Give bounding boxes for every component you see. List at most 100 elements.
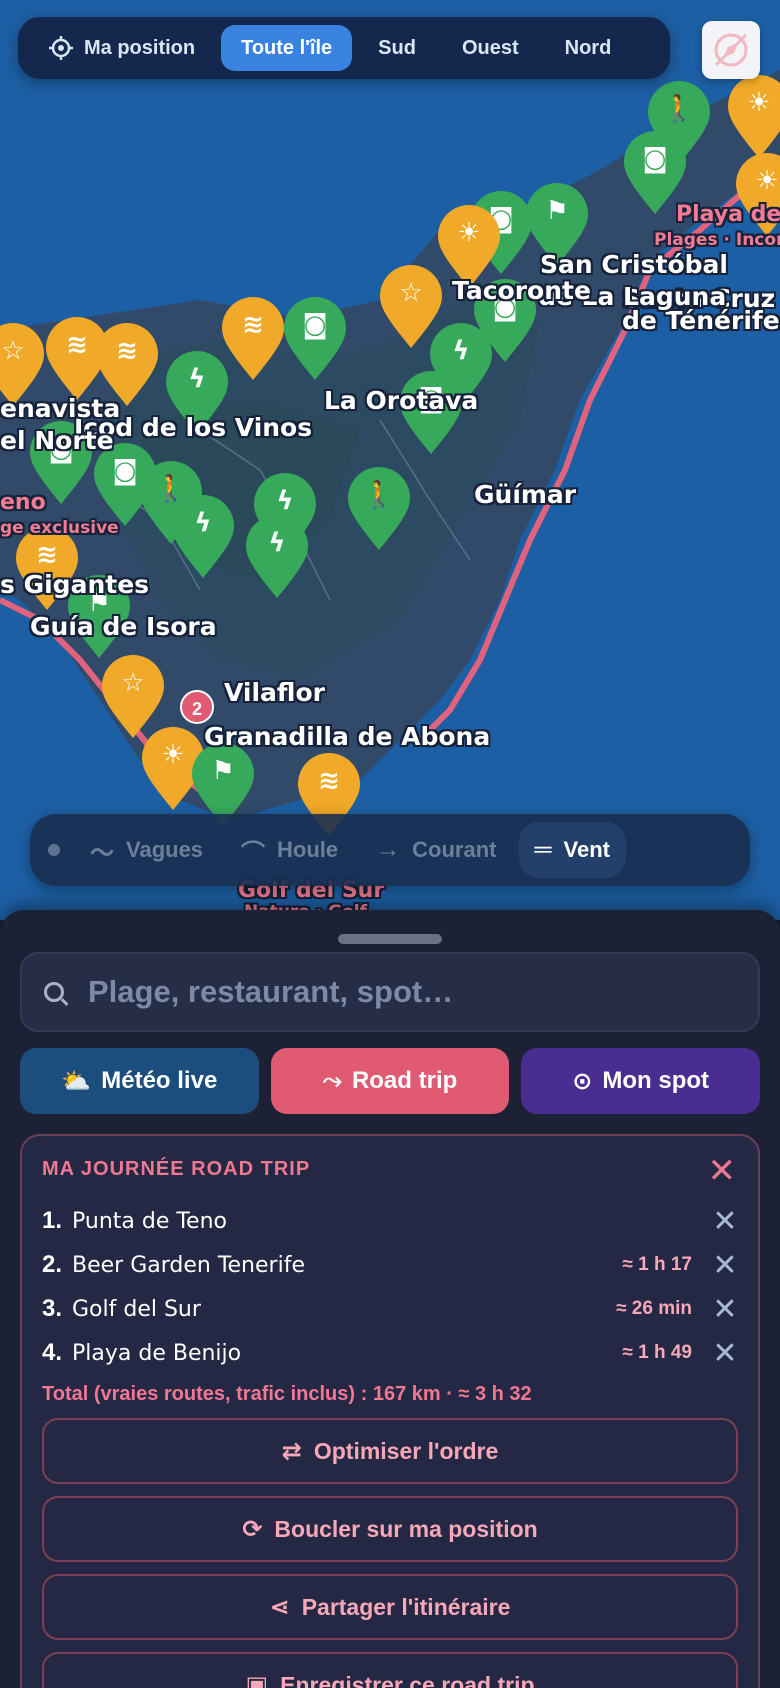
arrow-right-icon: → [376,836,401,863]
sun-icon: ☀ [457,218,481,248]
weather-icon: ⛅ [61,1067,92,1095]
swim-icon: ≋ [36,540,58,570]
search-input[interactable] [88,974,688,1010]
location-pin-icon: ⊙ [572,1067,593,1095]
camera-icon: ◙ [642,144,668,174]
stop-number: 2. [42,1251,63,1278]
stop-number: 3. [42,1295,63,1322]
stop-duration: ≈ 1 h 17 [622,1254,692,1275]
place-label: Guía de Isora [30,612,217,641]
camera-icon: ◙ [302,310,328,340]
road-trip-stops: 1. Punta de Teno ✕ 2. Beer Garden Teneri… [42,1199,738,1375]
stop-name: Golf del Sur [72,1296,201,1322]
save-road-trip-button[interactable]: ▣ Enregistrer ce road trip [42,1652,738,1688]
remove-stop-icon[interactable]: ✕ [712,1204,738,1239]
app-root: 🚶 ☀ ◙ ☀ ⚑ ◙ ☀ ◙ ☆ ϟ ◙ ◙ ≋ ϟ ≋ ≋ ☆ ◙ ◙ 🚶 … [0,0,780,1688]
tab-nord[interactable]: Nord [545,25,632,71]
crosshair-icon [49,36,73,60]
route-icon: ⤳ [322,1067,342,1094]
remove-stop-icon[interactable]: ✕ [712,1336,738,1371]
my-position-label: Ma position [84,36,196,59]
stop-name: Playa de Benijo [72,1340,242,1366]
optimize-label: Optimiser l'ordre [313,1437,499,1464]
place-label: Tacoronte [452,276,591,305]
place-label: enavista [0,394,121,423]
stop-name: Beer Garden Tenerife [72,1252,305,1278]
swim-icon: ≋ [318,766,340,796]
map-pin-energy[interactable]: ϟ [170,494,236,580]
meteo-live-button[interactable]: ⛅ Météo live [20,1048,259,1114]
place-sublabel: Plages · Incont [654,230,780,250]
lightning-icon: ϟ [452,336,470,366]
hiking-icon: 🚶 [362,480,396,510]
star-icon: ☆ [121,668,145,698]
layer-label: Vagues [126,837,204,862]
place-label: el Norte [0,426,114,455]
map-cluster[interactable]: 2 [180,690,214,724]
region-filter-bar: Ma position Toute l'île Sud Ouest Nord [18,17,670,79]
lightning-icon: ϟ [268,528,286,558]
save-label: Enregistrer ce road trip [280,1671,535,1688]
layer-courant[interactable]: → Courant [360,822,512,878]
lightning-icon: ϟ [194,508,212,538]
layer-indicator-dot [48,844,60,856]
map-pin-beach[interactable]: ☀ [726,74,780,160]
quick-actions: ⛅ Météo live ⤳ Road trip ⊙ Mon spot [20,1048,761,1114]
bottom-sheet: ⛅ Météo live ⤳ Road trip ⊙ Mon spot MA J… [0,910,780,1688]
search-bar[interactable] [20,952,760,1032]
place-label: Granadilla de Abona [204,722,491,751]
close-icon[interactable]: ✕ [708,1154,737,1188]
place-label: Playa de I [676,202,780,227]
share-label: Partager l'itinéraire [301,1593,511,1620]
place-label: San Cristóbal [540,250,728,279]
place-label: Vilaflor [224,678,325,707]
loop-label: Boucler sur ma position [274,1515,538,1542]
search-icon [44,982,64,1002]
loop-position-button[interactable]: ⟳ Boucler sur ma position [42,1496,738,1562]
layer-label: Vent [563,837,610,862]
tab-sud[interactable]: Sud [358,25,436,71]
star-icon: ☆ [399,278,423,308]
map-pin-photo[interactable]: ◙ [282,296,348,382]
share-icon: ⋖ [269,1593,290,1621]
stop-number: 1. [42,1207,63,1234]
save-icon: ▣ [245,1671,269,1688]
layer-vagues[interactable]: 〜 Vagues [74,822,219,878]
tab-toute-ile[interactable]: Toute l'île [221,25,353,71]
remove-stop-icon[interactable]: ✕ [712,1292,738,1327]
mon-spot-label: Mon spot [602,1067,710,1094]
lightning-icon: ϟ [276,486,294,516]
road-trip-label: Road trip [351,1067,458,1094]
sheet-drag-handle[interactable] [338,934,442,944]
map-pin-hiking[interactable]: 🚶 [346,466,412,552]
meteo-label: Météo live [101,1067,218,1094]
tab-ouest[interactable]: Ouest [442,25,539,71]
compass-button[interactable] [702,21,760,79]
road-trip-panel: MA JOURNÉE ROAD TRIP ✕ 1. Punta de Teno … [20,1134,760,1688]
place-sublabel: ge exclusive [0,518,119,538]
map-pin-swim[interactable]: ≋ [44,316,110,402]
map-view[interactable]: 🚶 ☀ ◙ ☀ ⚑ ◙ ☀ ◙ ☆ ϟ ◙ ◙ ≋ ϟ ≋ ≋ ☆ ◙ ◙ 🚶 … [0,0,780,920]
map-layer-bar: 〜 Vagues ⌒ Houle → Courant ═ Vent [30,814,750,886]
layer-houle[interactable]: ⌒ Houle [225,822,354,878]
remove-stop-icon[interactable]: ✕ [712,1248,738,1283]
place-label: eno [0,490,46,515]
stop-duration: ≈ 26 min [616,1298,692,1319]
mon-spot-button[interactable]: ⊙ Mon spot [521,1048,761,1114]
place-label: Güímar [474,480,577,509]
layer-label: Houle [277,837,339,862]
swim-icon: ≋ [66,330,88,360]
golf-flag-icon: ⚑ [211,756,235,786]
road-trip-title: MA JOURNÉE ROAD TRIP [42,1158,311,1180]
map-pin-energy[interactable]: ϟ [244,514,310,600]
optimize-order-button[interactable]: ⇄ Optimiser l'ordre [42,1418,738,1484]
share-route-button[interactable]: ⋖ Partager l'itinéraire [42,1574,738,1640]
place-label: s Gigantes [0,570,150,599]
place-label: La Orotava [324,386,479,415]
lightning-icon: ϟ [188,364,206,394]
wave-icon: 〜 [90,839,114,867]
loop-icon: ⟳ [242,1515,263,1543]
layer-vent[interactable]: ═ Vent [518,822,626,878]
my-position-button[interactable]: Ma position [28,25,215,71]
road-trip-button[interactable]: ⤳ Road trip [270,1048,510,1114]
